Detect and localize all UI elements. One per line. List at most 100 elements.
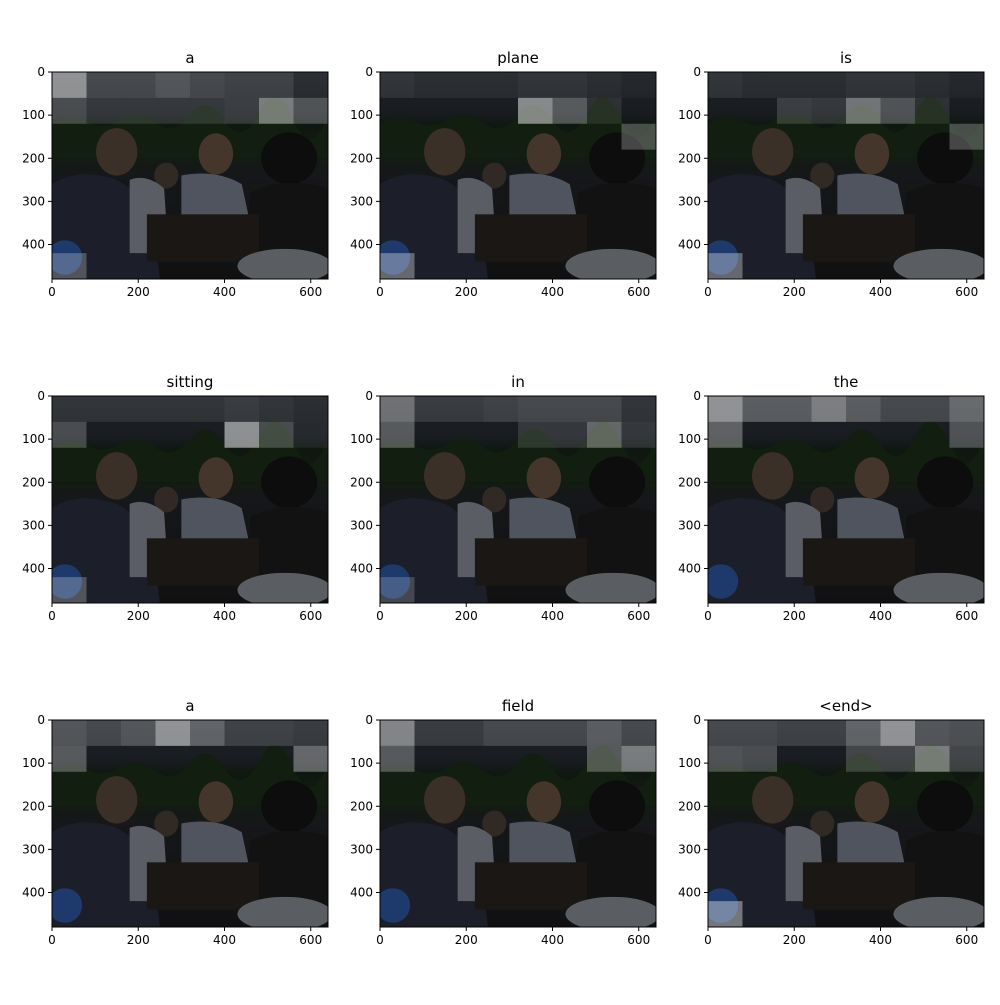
attention-cell [224, 421, 259, 448]
x-tick-label: 400 [869, 933, 892, 947]
attention-cell [52, 421, 87, 448]
x-tick-label: 600 [299, 933, 322, 947]
attention-cell [293, 745, 328, 772]
attention-cell [880, 720, 915, 746]
attention-cell [414, 396, 449, 422]
y-tick-label: 100 [22, 108, 45, 122]
y-tick-label: 100 [678, 432, 701, 446]
x-tick-label: 0 [704, 285, 712, 299]
panel-title: <end> [819, 697, 872, 715]
panel-title: the [834, 373, 859, 391]
x-tick-label: 200 [455, 933, 478, 947]
y-tick-label: 100 [350, 432, 373, 446]
attention-cell [121, 720, 156, 746]
attention-cell [155, 720, 190, 746]
panel-title: field [502, 697, 534, 715]
attention-cell [949, 745, 984, 772]
y-tick-label: 0 [365, 389, 373, 403]
y-tick-label: 200 [22, 151, 45, 165]
panel-title: in [511, 373, 525, 391]
attention-cell [708, 901, 743, 927]
y-tick-label: 0 [693, 389, 701, 403]
panel: is 0 200 400 600 0 100 200 300 400 [678, 49, 985, 299]
attention-cell [293, 720, 328, 746]
panel-title: a [185, 49, 194, 67]
attention-cell [846, 745, 881, 772]
x-tick-label: 0 [376, 609, 384, 623]
x-tick-label: 600 [627, 609, 650, 623]
attention-cell [621, 396, 656, 422]
panel: plane 0 200 400 600 0 100 200 300 400 [350, 49, 657, 299]
y-tick-label: 400 [22, 886, 45, 900]
y-tick-label: 0 [365, 713, 373, 727]
x-tick-label: 600 [299, 285, 322, 299]
attention-cell [880, 97, 915, 124]
attention-cell [380, 577, 415, 603]
x-tick-label: 200 [783, 609, 806, 623]
attention-cell [518, 72, 553, 98]
attention-cell [587, 97, 622, 124]
attention-cell [52, 577, 87, 603]
dim-overlay [52, 720, 328, 927]
attention-cell [380, 720, 415, 746]
attention-cell [587, 421, 622, 448]
attention-cell [518, 396, 553, 422]
attention-grid-chart: a 0 200 400 600 0 100 200 300 400 plane 0 200 400 600 0… [22, 49, 985, 947]
attention-cell [380, 396, 415, 422]
attention-cell [811, 97, 846, 124]
attention-cell [587, 745, 622, 772]
y-tick-label: 400 [678, 886, 701, 900]
attention-cell [777, 72, 812, 98]
attention-cell [86, 396, 121, 422]
attention-cell [224, 396, 259, 422]
x-tick-label: 0 [48, 609, 56, 623]
attention-cell [552, 396, 587, 422]
attention-cell [259, 72, 294, 98]
y-tick-label: 400 [678, 562, 701, 576]
attention-cell [552, 97, 587, 124]
attention-cell [52, 72, 87, 98]
attention-cell [587, 72, 622, 98]
attention-cell [155, 396, 190, 422]
attention-cell [621, 720, 656, 746]
x-tick-label: 0 [48, 285, 56, 299]
x-tick-label: 200 [127, 933, 150, 947]
attention-cell [483, 72, 518, 98]
attention-cell [915, 720, 950, 746]
attention-cell [708, 421, 743, 448]
attention-cell [293, 396, 328, 422]
y-tick-label: 200 [350, 151, 373, 165]
attention-cell [949, 123, 984, 150]
attention-cell [224, 72, 259, 98]
attention-cell [552, 72, 587, 98]
attention-cell [846, 97, 881, 124]
x-tick-label: 600 [299, 609, 322, 623]
panel: <end> 0 200 400 600 0 100 200 300 400 [678, 697, 985, 947]
attention-cell [155, 72, 190, 98]
attention-cell [224, 720, 259, 746]
attention-cell [880, 745, 915, 772]
attention-cell [259, 97, 294, 124]
attention-cell [190, 396, 225, 422]
x-tick-label: 200 [127, 285, 150, 299]
attention-cell [949, 720, 984, 746]
y-tick-label: 300 [678, 518, 701, 532]
attention-cell [742, 396, 777, 422]
panel: in 0 200 400 600 0 100 200 300 400 [350, 373, 657, 623]
panel-title: a [185, 697, 194, 715]
attention-cell [742, 745, 777, 772]
attention-cell [293, 72, 328, 98]
y-tick-label: 400 [350, 562, 373, 576]
attention-cell [293, 97, 328, 124]
attention-cell [915, 97, 950, 124]
attention-cell [52, 720, 87, 746]
attention-cell [293, 421, 328, 448]
y-tick-label: 0 [365, 65, 373, 79]
attention-cell [811, 72, 846, 98]
attention-cell [86, 97, 121, 124]
y-tick-label: 300 [22, 518, 45, 532]
attention-cell [518, 97, 553, 124]
y-tick-label: 200 [22, 475, 45, 489]
attention-cell [224, 97, 259, 124]
attention-cell [190, 97, 225, 124]
